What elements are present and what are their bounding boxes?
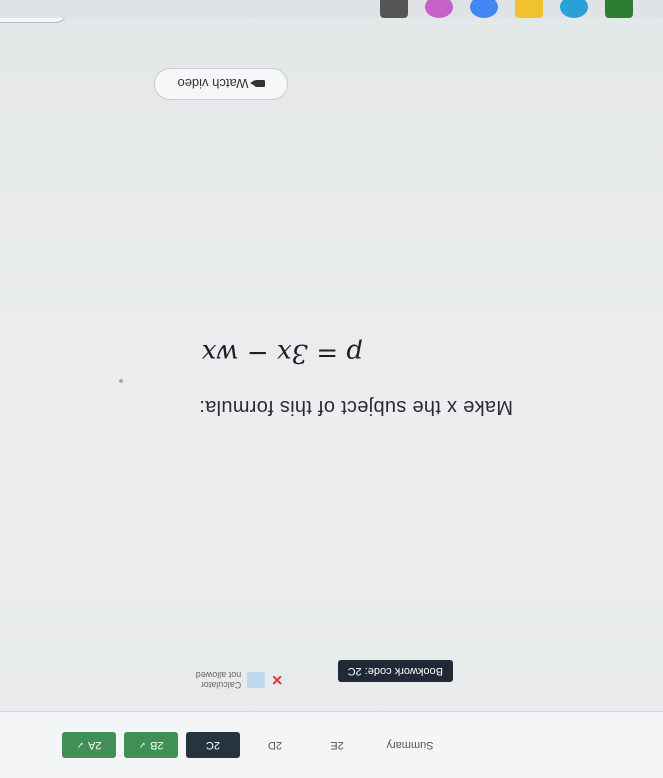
check-icon: ✓ (138, 740, 147, 751)
bookwork-code-badge: Bookwork code: 2C (337, 660, 453, 682)
not-allowed-icon: ✕ (271, 672, 283, 689)
calculator-icon (247, 672, 266, 688)
tab-2c-label: 2C (205, 739, 221, 751)
task-tabs: Summary 2E 2D 2C 2B ✓ 2A ✓ (62, 732, 448, 758)
taskbar-app-icon[interactable] (380, 0, 408, 18)
calculator-title: Calculator (200, 680, 242, 690)
check-icon: ✓ (76, 740, 85, 751)
tab-2a[interactable]: 2A ✓ (62, 732, 116, 758)
tab-2b[interactable]: 2B ✓ (124, 732, 178, 758)
header-bar: Summary 2E 2D 2C 2B ✓ 2A ✓ (0, 711, 663, 778)
screen: Summary 2E 2D 2C 2B ✓ 2A ✓ Bookwork code: … (0, 0, 663, 778)
question-text: Make x the subject of this formula: (199, 396, 513, 418)
decorative-dot (119, 379, 123, 383)
tab-2d[interactable]: 2D (248, 732, 302, 758)
formula: p = 3x − wx (201, 338, 363, 368)
tab-2e-label: 2E (330, 739, 344, 751)
tab-2c[interactable]: 2C (186, 732, 240, 758)
tab-summary[interactable]: Summary (372, 732, 448, 758)
tab-summary-label: Summary (386, 739, 434, 751)
tab-2e[interactable]: 2E (310, 732, 364, 758)
taskbar-app-icon[interactable] (605, 0, 633, 18)
tab-2a-label: 2A (88, 739, 102, 751)
watch-video-button[interactable]: Watch video (154, 68, 288, 100)
calculator-status: ✕ Calculator not allowed (196, 670, 283, 690)
watch-video-label: Watch video (177, 76, 249, 92)
file-explorer-icon[interactable] (515, 0, 543, 18)
tab-2b-label: 2B (150, 739, 164, 751)
calculator-text: Calculator not allowed (196, 670, 242, 690)
calculator-status-text: not allowed (195, 670, 242, 680)
video-camera-icon (254, 80, 265, 88)
bookwork-code-label: Bookwork code: 2C (347, 665, 443, 677)
tab-2d-label: 2D (267, 739, 283, 751)
